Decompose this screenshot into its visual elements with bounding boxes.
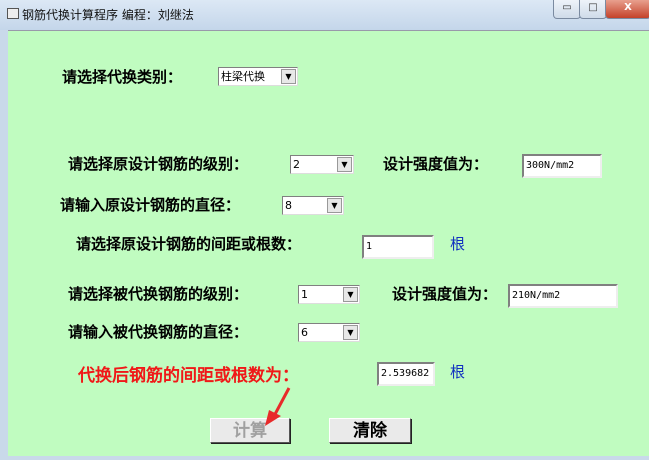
orig-grade-value: 2 xyxy=(293,158,300,171)
app-icon xyxy=(7,8,19,19)
new-strength-field[interactable]: 210N/mm2 xyxy=(508,284,618,308)
orig-spacing-field[interactable]: 1 xyxy=(362,235,434,259)
title-bar: 钢筋代换计算程序 编程：刘继法 ▭ □ X xyxy=(0,0,649,30)
category-select[interactable]: 柱梁代换 ▼ xyxy=(218,67,298,86)
form-area: 请选择代换类别： 柱梁代换 ▼ 请选择原设计钢筋的级别： 2 ▼ 设计强度值为： 3… xyxy=(8,30,649,456)
category-value: 柱梁代换 xyxy=(221,70,265,83)
arrow-pointer-icon xyxy=(265,387,291,426)
new-grade-label: 请选择被代换钢筋的级别： xyxy=(68,285,249,303)
new-diameter-select[interactable]: 6 ▼ xyxy=(298,323,360,342)
chevron-down-icon[interactable]: ▼ xyxy=(343,287,358,302)
chevron-down-icon[interactable]: ▼ xyxy=(343,325,358,340)
chevron-down-icon[interactable]: ▼ xyxy=(337,157,352,172)
clear-button[interactable]: 清除 xyxy=(329,418,411,443)
new-grade-value: 1 xyxy=(301,288,308,301)
new-diameter-value: 6 xyxy=(301,326,308,339)
new-strength-label: 设计强度值为： xyxy=(392,285,498,303)
category-label: 请选择代换类别： xyxy=(62,68,183,86)
window-title: 钢筋代换计算程序 编程：刘继法 xyxy=(22,8,194,22)
close-button[interactable]: X xyxy=(605,0,649,19)
orig-diameter-label: 请输入原设计钢筋的直径： xyxy=(60,196,241,214)
result-unit: 根 xyxy=(450,363,466,381)
orig-strength-field[interactable]: 300N/mm2 xyxy=(522,154,602,178)
orig-grade-label: 请选择原设计钢筋的级别： xyxy=(68,155,249,173)
new-diameter-label: 请输入被代换钢筋的直径： xyxy=(68,323,249,341)
result-label: 代换后钢筋的间距或根数为： xyxy=(78,366,299,386)
new-grade-select[interactable]: 1 ▼ xyxy=(298,285,360,304)
minimize-button[interactable]: ▭ xyxy=(553,0,581,19)
maximize-button[interactable]: □ xyxy=(579,0,607,19)
orig-spacing-label: 请选择原设计钢筋的间距或根数： xyxy=(76,235,302,253)
chevron-down-icon[interactable]: ▼ xyxy=(281,69,296,84)
result-field[interactable]: 2.539682 xyxy=(377,362,435,386)
orig-grade-select[interactable]: 2 ▼ xyxy=(290,155,354,174)
orig-spacing-unit: 根 xyxy=(450,235,466,253)
orig-strength-label: 设计强度值为： xyxy=(383,155,489,173)
chevron-down-icon[interactable]: ▼ xyxy=(327,198,342,213)
orig-diameter-select[interactable]: 8 ▼ xyxy=(282,196,344,215)
orig-diameter-value: 8 xyxy=(285,199,292,212)
